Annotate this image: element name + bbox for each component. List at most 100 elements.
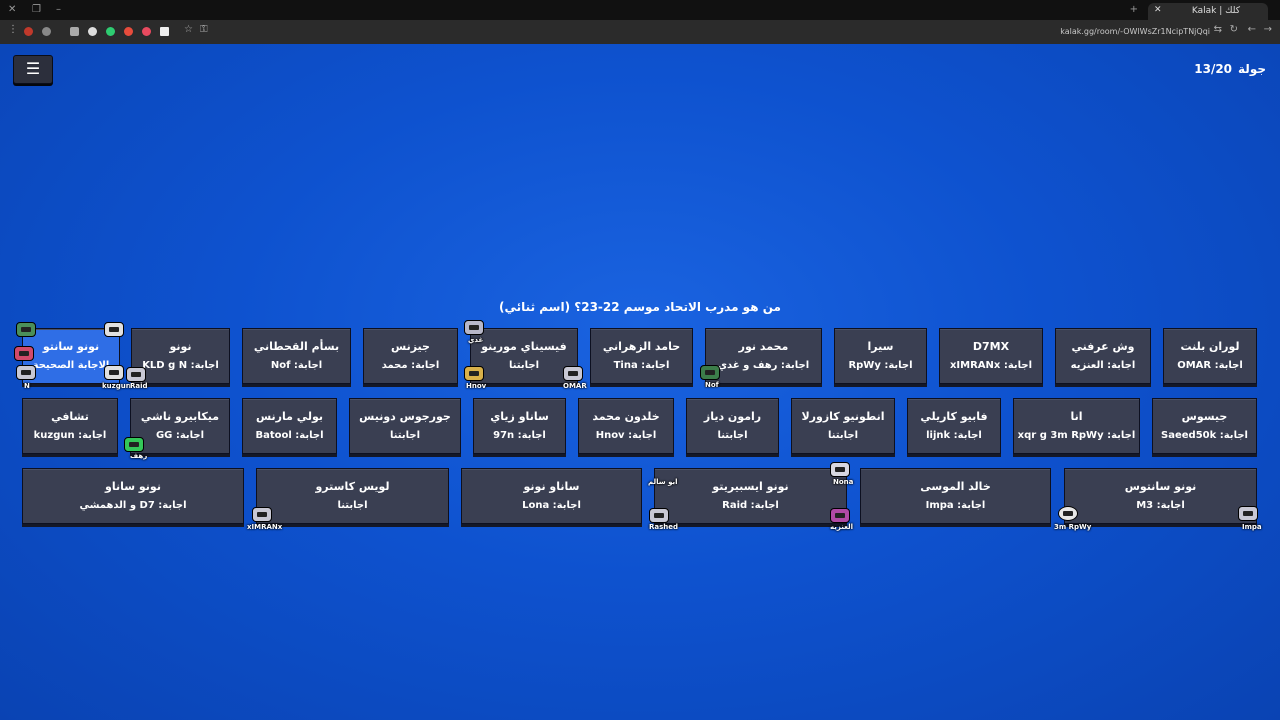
answer-name: وش عرفني [1071, 340, 1135, 353]
player-avatar [563, 366, 583, 381]
answer-author: اجابة: العنزيه [1070, 360, 1136, 371]
player-avatar [124, 437, 144, 452]
answer-author: اجابة: M3 [1136, 500, 1185, 511]
answer-card[interactable]: نونو ساناو اجابة: D7 و الدهمشي [22, 468, 244, 524]
player-avatar [1238, 506, 1258, 521]
answer-card[interactable]: حامد الزهراني اجابة: Tina [590, 328, 693, 384]
answer-card[interactable]: ساناو نونو اجابة: Lona [461, 468, 642, 524]
answer-card[interactable]: وش عرفني اجابة: العنزيه [1055, 328, 1151, 384]
answer-author: اجابة: RpWy [848, 360, 913, 371]
answer-card[interactable]: نونو ايسبيريتو اجابة: Raid [654, 468, 847, 524]
extension-icon[interactable] [142, 27, 151, 36]
player-name: 3m RpWy [1054, 523, 1092, 531]
answer-card[interactable]: محمد نور اجابة: رهف و غدي [705, 328, 822, 384]
player-avatar [126, 367, 146, 382]
tune-icon[interactable]: ⇆ [1214, 24, 1222, 35]
answer-author: اجابة: GG [155, 430, 205, 441]
close-window-icon[interactable]: ✕ [8, 4, 16, 15]
answer-card[interactable]: فابيو كاريلي اجابة: lijnk [907, 398, 1001, 454]
player-name: kuzgun [102, 382, 131, 390]
extension-icon[interactable] [160, 27, 169, 36]
player-avatar [700, 365, 720, 380]
reload-icon[interactable]: ↻ [1230, 24, 1238, 35]
answer-card[interactable]: خالد الموسى اجابة: Impa [860, 468, 1051, 524]
player-name: غدي [468, 336, 484, 344]
restore-window-icon[interactable]: ❐ [32, 4, 41, 15]
player-name: Hnov [466, 382, 487, 390]
extension-icon[interactable] [70, 27, 79, 36]
extension-icon[interactable] [106, 27, 115, 36]
extension-icon[interactable] [88, 27, 97, 36]
answer-name: محمد نور [738, 340, 789, 353]
player-name: xIMRANx [247, 523, 283, 531]
minimize-window-icon[interactable]: – [56, 4, 61, 15]
answer-card[interactable]: انطونيو كازورلا اجابتنا [791, 398, 895, 454]
player-avatar [1058, 506, 1078, 521]
extension-icon[interactable] [124, 27, 133, 36]
answer-card[interactable]: سيرا اجابة: RpWy [834, 328, 927, 384]
round-counter: جولة 13/20 [1194, 62, 1266, 76]
player-name: ابو سالم [648, 478, 678, 486]
answer-card[interactable]: لوران بلنت اجابة: OMAR [1163, 328, 1257, 384]
answer-card[interactable]: D7MX اجابة: xIMRANx [939, 328, 1043, 384]
answer-card[interactable]: تشافي اجابة: kuzgun [22, 398, 118, 454]
answer-card[interactable]: جيزنس اجابة: محمد [363, 328, 458, 384]
round-label: جولة [1238, 62, 1266, 76]
player-avatar [16, 322, 36, 337]
player-avatar [830, 462, 850, 477]
new-tab-icon[interactable]: + [1130, 4, 1138, 15]
answer-card[interactable]: رامون دياز اجابتنا [686, 398, 779, 454]
answer-card[interactable]: جيسوس اجابة: Saeed50k [1152, 398, 1257, 454]
answer-author: اجابة: Hnov [595, 430, 657, 441]
question-text: من هو مدرب الاتحاد موسم 22-23؟ (اسم ثنائ… [499, 300, 781, 314]
answer-name: نونو [169, 340, 192, 353]
answer-card[interactable]: بولي مارنس اجابة: Batool [242, 398, 337, 454]
answer-card[interactable]: انا اجابة: xqr g 3m RpWy [1013, 398, 1140, 454]
answer-name: ميكابيرو ناشي [140, 410, 220, 423]
tab-title: Kalak | كلك [1191, 6, 1240, 16]
answer-author: اجابتنا [389, 430, 421, 441]
answer-card[interactable]: خلدون محمد اجابة: Hnov [578, 398, 674, 454]
extension-icon[interactable] [24, 27, 33, 36]
extension-icon[interactable] [42, 27, 51, 36]
answer-card[interactable]: فيسيناي مورينو اجابتنا [470, 328, 578, 384]
answer-name: بولي مارنس [255, 410, 324, 423]
player-name: Nof [705, 381, 719, 389]
answer-card[interactable]: لويس كاسترو اجابتنا [256, 468, 449, 524]
answer-card[interactable]: بسأم القحطاني اجابة: Nof [242, 328, 351, 384]
player-name: Rashed [649, 523, 679, 531]
answer-card[interactable]: ساناو زياي اجابة: 97n [473, 398, 566, 454]
forward-icon[interactable]: → [1264, 24, 1272, 35]
browser-chrome: ✕ ❐ – + ✕ Kalak | كلك ⋮ ☆ ⚿ kalak.gg/roo… [0, 0, 1280, 44]
answer-name: نونو ايسبيريتو [712, 480, 789, 493]
answer-name: حامد الزهراني [602, 340, 681, 353]
player-avatar [14, 346, 34, 361]
answer-card[interactable]: نونو سانتوس اجابة: M3 [1064, 468, 1257, 524]
kebab-menu-icon[interactable]: ⋮ [8, 24, 18, 35]
key-icon[interactable]: ⚿ [200, 24, 208, 35]
player-avatar [649, 508, 669, 523]
answer-name: سيرا [867, 340, 894, 353]
player-name: رهف [130, 452, 148, 460]
player-name: OMAR [563, 382, 587, 390]
answer-author: اجابة: Tina [613, 360, 670, 371]
tab-kalak[interactable]: ✕ Kalak | كلك [1148, 3, 1268, 20]
answer-name: انطونيو كازورلا [801, 410, 885, 423]
answer-name: جيزنس [391, 340, 430, 353]
answer-name: لوران بلنت [1180, 340, 1240, 353]
address-bar[interactable]: kalak.gg/room/-OWlWsZr1NcipTNjQqi [1060, 24, 1210, 40]
answer-author: اجابة: xqr g 3m RpWy [1017, 430, 1136, 441]
answer-author: اجابة: Nof [270, 360, 323, 371]
answer-name: ساناو نونو [523, 480, 580, 493]
answer-card[interactable]: جورجوس دونيس اجابتنا [349, 398, 461, 454]
close-tab-icon[interactable]: ✕ [1154, 5, 1162, 15]
bookmark-star-icon[interactable]: ☆ [184, 24, 193, 35]
player-avatar [104, 322, 124, 337]
answer-name: نونو سانتو [42, 340, 100, 353]
answer-author: اجابة: Impa [925, 500, 986, 511]
answer-author: اجابة: lijnk [926, 430, 982, 441]
answer-card[interactable]: ميكابيرو ناشي اجابة: GG [130, 398, 230, 454]
back-icon[interactable]: ← [1248, 24, 1256, 35]
hamburger-menu-button[interactable]: ☰ [13, 55, 53, 84]
answer-name: خالد الموسى [920, 480, 991, 493]
